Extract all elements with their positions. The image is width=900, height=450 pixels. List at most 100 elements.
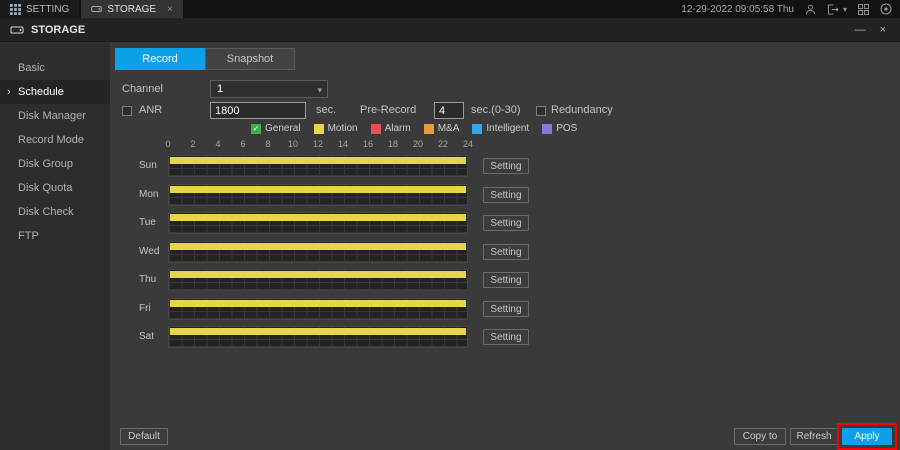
day-label: Sun: [139, 160, 157, 171]
legend-intelligent[interactable]: Intelligent: [472, 123, 529, 134]
legend-alarm-label: Alarm: [385, 123, 411, 134]
schedule-row-fri: Fri Setting: [110, 298, 900, 320]
redundancy-checkbox[interactable]: [536, 106, 546, 116]
anr-label: ANR: [139, 104, 162, 116]
main-panel: Record Snapshot Channel 1 ANR sec. Pre-R…: [110, 42, 900, 450]
motion-bar: [170, 271, 466, 278]
hour-tick: 22: [437, 139, 449, 149]
motion-bar: [170, 328, 466, 335]
legend-alarm[interactable]: Alarm: [371, 123, 411, 134]
pre-record-label: Pre-Record: [360, 104, 416, 116]
motion-bar: [170, 243, 466, 250]
legend-motion[interactable]: Motion: [314, 123, 358, 134]
tab-snapshot[interactable]: Snapshot: [205, 48, 295, 70]
minimize-icon[interactable]: —: [855, 24, 866, 36]
hour-tick: 14: [337, 139, 349, 149]
legend-motion-label: Motion: [328, 123, 358, 134]
sidebar-item-ftp[interactable]: FTP: [0, 224, 110, 248]
legend-ma[interactable]: M&A: [424, 123, 460, 134]
anr-input[interactable]: [210, 102, 306, 119]
tab-record[interactable]: Record: [115, 48, 205, 70]
legend-general[interactable]: General: [251, 123, 301, 134]
schedule-grid-mon[interactable]: [168, 184, 468, 206]
setting-button-sun[interactable]: Setting: [483, 158, 529, 174]
alarm-swatch-icon[interactable]: [371, 124, 381, 134]
schedule-grid-wed[interactable]: [168, 241, 468, 263]
channel-value: 1: [217, 83, 223, 95]
hour-scale: 0 2 4 6 8 10 12 14 16 18 20 22 24: [162, 139, 474, 149]
record-type-legend: General Motion Alarm M&A Intelligent POS: [251, 123, 577, 134]
sidebar-item-record-mode[interactable]: Record Mode: [0, 128, 110, 152]
top-tab-storage[interactable]: STORAGE ×: [81, 0, 183, 18]
day-label: Mon: [139, 189, 158, 200]
pre-record-input[interactable]: [434, 102, 464, 119]
refresh-button[interactable]: Refresh: [790, 428, 838, 445]
grid-menu-icon: [10, 4, 21, 15]
close-icon[interactable]: ×: [880, 24, 886, 36]
apply-button[interactable]: Apply: [842, 428, 892, 445]
schedule-row-sat: Sat Setting: [110, 326, 900, 348]
setting-button-fri[interactable]: Setting: [483, 301, 529, 317]
intelligent-swatch-icon[interactable]: [472, 124, 482, 134]
sidebar-item-disk-check[interactable]: Disk Check: [0, 200, 110, 224]
legend-intelligent-label: Intelligent: [486, 123, 529, 134]
schedule-row-thu: Thu Setting: [110, 269, 900, 291]
setting-button-sat[interactable]: Setting: [483, 329, 529, 345]
chevron-down-icon[interactable]: ▾: [843, 5, 847, 14]
redundancy-label: Redundancy: [551, 104, 613, 116]
legend-pos[interactable]: POS: [542, 123, 577, 134]
schedule-grid-thu[interactable]: [168, 269, 468, 291]
tab-close-icon[interactable]: ×: [167, 4, 173, 15]
storage-window-icon: [10, 24, 24, 36]
schedule-grid-tue[interactable]: [168, 212, 468, 234]
setting-button-tue[interactable]: Setting: [483, 215, 529, 231]
schedule-grid-sun[interactable]: [168, 155, 468, 177]
window-title-bar: STORAGE — ×: [0, 18, 900, 42]
top-tab-storage-label: STORAGE: [107, 4, 156, 15]
schedule-grid-fri[interactable]: [168, 298, 468, 320]
top-tab-setting[interactable]: SETTING: [0, 0, 79, 18]
schedule-row-mon: Mon Setting: [110, 184, 900, 206]
general-checkbox-icon[interactable]: [251, 124, 261, 134]
logout-icon[interactable]: [827, 4, 839, 15]
sidebar-item-schedule[interactable]: Schedule: [0, 80, 110, 104]
system-datetime: 12-29-2022 09:05:58 Thu: [681, 4, 794, 15]
hour-tick: 18: [387, 139, 399, 149]
schedule-grid-sat[interactable]: [168, 326, 468, 348]
hour-tick: 16: [362, 139, 374, 149]
hour-tick: 12: [312, 139, 324, 149]
hour-tick: 20: [412, 139, 424, 149]
motion-bar: [170, 186, 466, 193]
sidebar-item-disk-group[interactable]: Disk Group: [0, 152, 110, 176]
default-button[interactable]: Default: [120, 428, 168, 445]
pos-swatch-icon[interactable]: [542, 124, 552, 134]
sidebar-item-basic[interactable]: Basic: [0, 56, 110, 80]
layout-grid-icon[interactable]: [858, 4, 869, 15]
day-label: Tue: [139, 217, 156, 228]
motion-swatch-icon[interactable]: [314, 124, 324, 134]
sidebar-item-disk-quota[interactable]: Disk Quota: [0, 176, 110, 200]
channel-dropdown[interactable]: 1: [210, 80, 328, 98]
setting-button-wed[interactable]: Setting: [483, 244, 529, 260]
wheel-icon[interactable]: [880, 3, 892, 15]
motion-bar: [170, 214, 466, 221]
sidebar: Basic Schedule Disk Manager Record Mode …: [0, 42, 110, 450]
hour-tick: 10: [287, 139, 299, 149]
system-top-bar: SETTING STORAGE × 12-29-2022 09:05:58 Th…: [0, 0, 900, 18]
hour-tick: 8: [262, 139, 274, 149]
setting-button-mon[interactable]: Setting: [483, 187, 529, 203]
schedule-row-wed: Wed Setting: [110, 241, 900, 263]
schedule-row-sun: Sun Setting: [110, 155, 900, 177]
top-tab-setting-label: SETTING: [26, 4, 69, 15]
window-controls: — ×: [855, 24, 890, 36]
hour-tick: 6: [237, 139, 249, 149]
user-icon[interactable]: [805, 4, 816, 15]
anr-checkbox[interactable]: [122, 106, 132, 116]
setting-button-thu[interactable]: Setting: [483, 272, 529, 288]
sidebar-item-disk-manager[interactable]: Disk Manager: [0, 104, 110, 128]
copy-to-button[interactable]: Copy to: [734, 428, 786, 445]
day-label: Sat: [139, 331, 154, 342]
anr-unit-label: sec.: [316, 104, 336, 116]
day-label: Thu: [139, 274, 156, 285]
ma-swatch-icon[interactable]: [424, 124, 434, 134]
